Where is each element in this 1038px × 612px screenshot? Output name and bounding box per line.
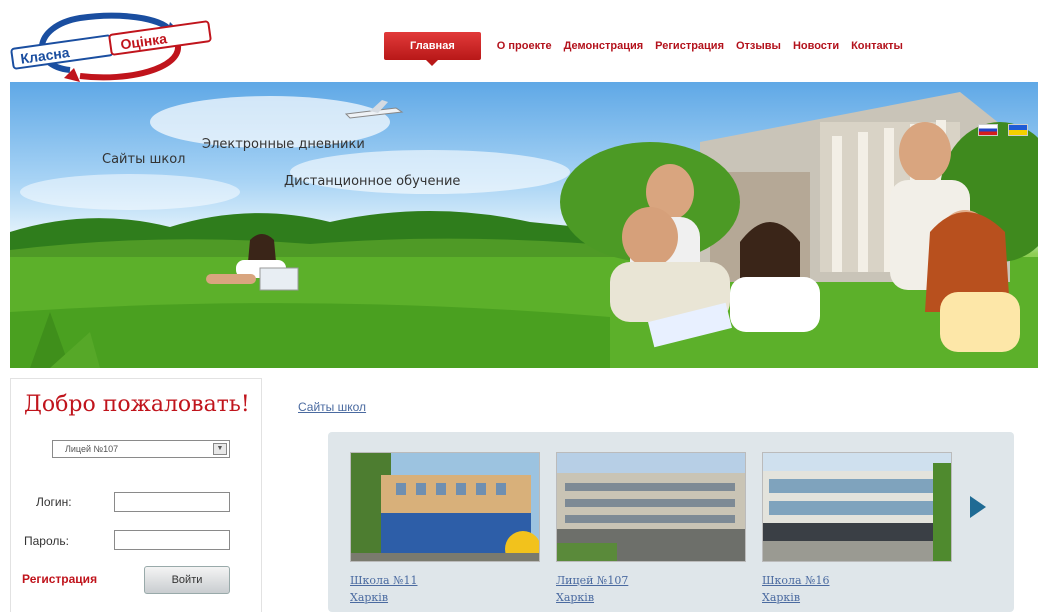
main-nav: Главная О проекте Демонстрация Регистрац…: [384, 32, 909, 66]
banner-text-distance: Дистанционное обучение: [284, 174, 461, 189]
chevron-down-icon[interactable]: ▼: [213, 443, 227, 455]
ru-flag-icon[interactable]: [978, 124, 998, 136]
nav-item-registration[interactable]: Регистрация: [649, 32, 730, 60]
login-input[interactable]: [114, 492, 230, 512]
school-photo[interactable]: [350, 452, 540, 562]
language-switcher: [978, 124, 1028, 136]
schools-gallery: Школа №11 Харків Лицей №107 Харків Школа…: [328, 432, 1014, 612]
next-arrow-icon[interactable]: [970, 496, 986, 518]
nav-item-demo[interactable]: Демонстрация: [558, 32, 650, 60]
welcome-heading: Добро пожаловать!: [24, 392, 250, 417]
school-card: Лицей №107 Харків: [556, 452, 746, 604]
school-city-link[interactable]: Харків: [762, 591, 952, 604]
ua-flag-icon[interactable]: [1008, 124, 1028, 136]
school-sites-link[interactable]: Сайты школ: [298, 400, 366, 414]
hero-banner: Электронные дневники Сайты школ Дистанци…: [10, 82, 1038, 368]
banner-illustration: [10, 92, 1038, 368]
site-logo[interactable]: Класна Оцінка: [10, 8, 240, 84]
register-link[interactable]: Регистрация: [22, 572, 97, 586]
school-photo[interactable]: [556, 452, 746, 562]
page: Класна Оцінка Главная О проекте Демонстр…: [0, 0, 1038, 612]
nav-item-news[interactable]: Новости: [787, 32, 845, 60]
school-photo[interactable]: [762, 452, 952, 562]
school-name-link[interactable]: Школа №16: [762, 574, 952, 587]
school-card: Школа №11 Харків: [350, 452, 540, 604]
school-name-link[interactable]: Школа №11: [350, 574, 540, 587]
nav-item-about[interactable]: О проекте: [491, 32, 558, 60]
password-label: Пароль:: [24, 534, 69, 548]
nav-item-reviews[interactable]: Отзывы: [730, 32, 787, 60]
school-city-link[interactable]: Харків: [350, 591, 540, 604]
banner-text-sites: Сайты школ: [102, 152, 186, 167]
login-label: Логин:: [36, 495, 72, 509]
school-select[interactable]: Лицей №107 ▼: [52, 440, 230, 458]
nav-item-contacts[interactable]: Контакты: [845, 32, 909, 60]
login-button[interactable]: Войти: [144, 566, 230, 594]
school-card: Школа №16 Харків: [762, 452, 952, 604]
school-city-link[interactable]: Харків: [556, 591, 746, 604]
school-name-link[interactable]: Лицей №107: [556, 574, 746, 587]
password-input[interactable]: [114, 530, 230, 550]
banner-text-diaries: Электронные дневники: [202, 137, 365, 152]
nav-item-home[interactable]: Главная: [384, 32, 481, 66]
school-select-value: Лицей №107: [65, 444, 119, 454]
